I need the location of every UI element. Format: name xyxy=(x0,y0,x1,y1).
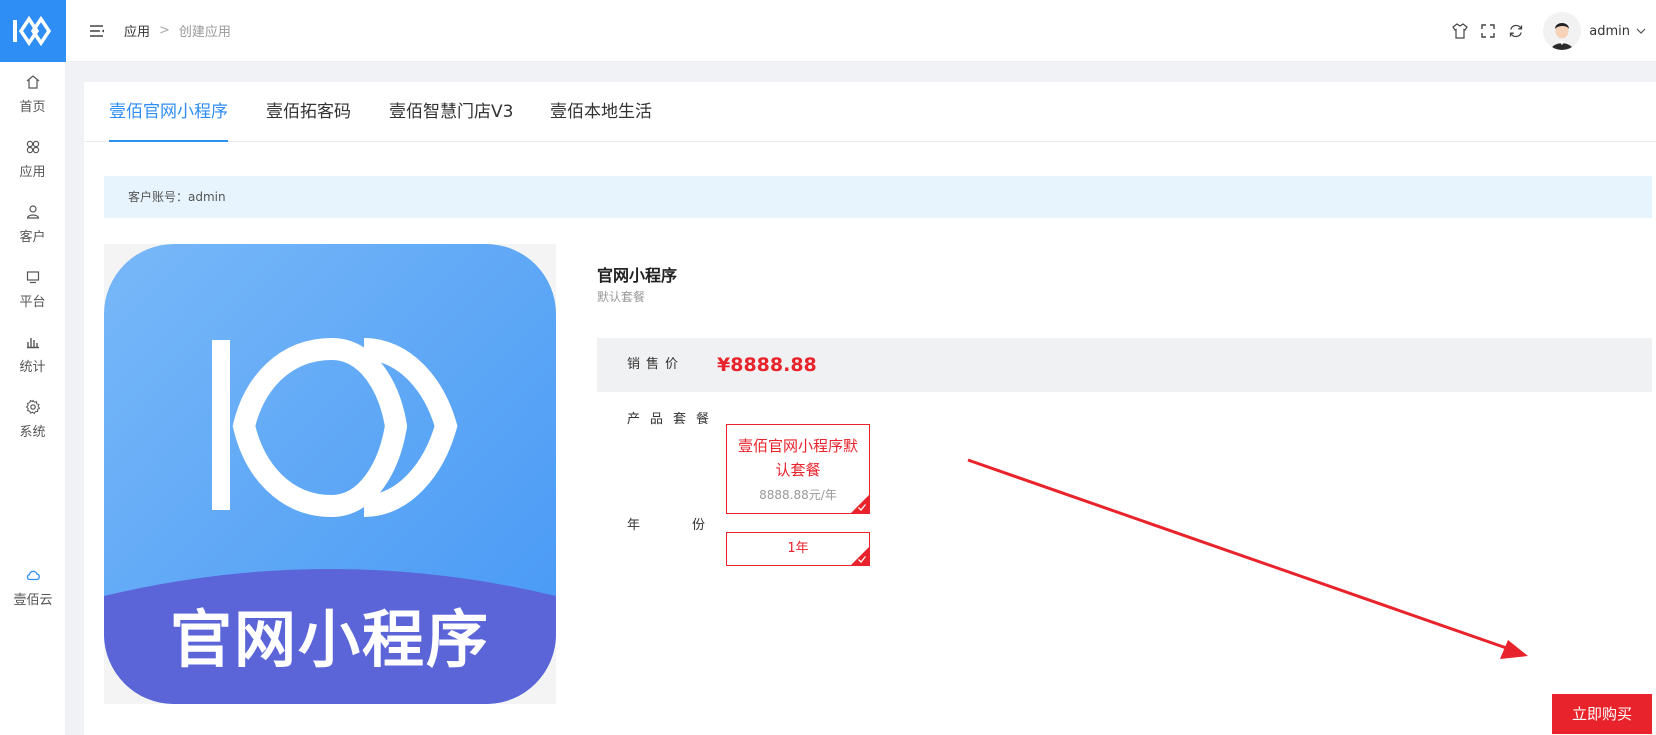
year-value: 1年 xyxy=(787,541,809,556)
sidebar-item-label: 平台 xyxy=(19,295,46,310)
header-right: admin xyxy=(1441,0,1646,62)
bar-chart-icon xyxy=(26,338,39,349)
tab-local-life[interactable]: 壹佰本地生活 xyxy=(550,82,652,142)
username[interactable]: admin xyxy=(1589,24,1630,39)
sidebar-item-home[interactable]: 首页 xyxy=(0,62,65,127)
package-name: 壹佰官网小程序默认套餐 xyxy=(737,437,858,479)
breadcrumb-separator: > xyxy=(159,23,170,38)
account-info-bar: 客户账号：admin xyxy=(104,176,1652,218)
product-image: 官网小程序 xyxy=(104,244,556,704)
shirt-icon[interactable] xyxy=(1451,22,1469,40)
sidebar-item-label: 客户 xyxy=(19,230,46,245)
sidebar-item-customers[interactable]: 客户 xyxy=(0,192,65,257)
price-value: ¥8888.88 xyxy=(717,354,817,376)
breadcrumb-root[interactable]: 应用 xyxy=(124,21,150,40)
sidebar-item-system[interactable]: 系统 xyxy=(0,387,65,452)
app-tabs: 壹佰官网小程序 壹佰拓客码 壹佰智慧门店V3 壹佰本地生活 xyxy=(84,82,1656,142)
gear-icon xyxy=(25,399,40,415)
main-panel: 壹佰官网小程序 壹佰拓客码 壹佰智慧门店V3 壹佰本地生活 客户账号：admin xyxy=(84,82,1656,735)
sidebar-item-stats[interactable]: 统计 xyxy=(0,322,65,387)
fullscreen-icon[interactable] xyxy=(1479,22,1497,40)
breadcrumb-current: 创建应用 xyxy=(178,25,231,40)
package-label: 产品套餐 xyxy=(627,412,720,427)
buy-now-button[interactable]: 立即购买 xyxy=(1552,694,1652,734)
app-root: 首页 应用 客户 平台 统计 系统 壹佰云 应用 > 创建应用 admin 壹佰… xyxy=(0,0,1656,735)
top-header: 应用 > 创建应用 admin xyxy=(66,0,1656,62)
check-icon xyxy=(858,504,867,511)
sidebar-item-platform[interactable]: 平台 xyxy=(0,257,65,322)
sidebar-item-cloud[interactable]: 壹佰云 xyxy=(0,555,66,620)
package-price: 8888.88元/年 xyxy=(759,488,837,502)
cloud-icon xyxy=(26,570,40,581)
home-icon xyxy=(26,75,39,89)
sidebar-item-label: 壹佰云 xyxy=(13,593,53,608)
check-icon xyxy=(858,556,867,563)
year-label: 年份 xyxy=(627,518,758,533)
tab-smart-store-v3[interactable]: 壹佰智慧门店V3 xyxy=(389,82,513,142)
tab-official-miniprogram[interactable]: 壹佰官网小程序 xyxy=(109,82,228,142)
monitor-icon xyxy=(26,271,39,284)
package-option[interactable]: 壹佰官网小程序默认套餐 8888.88元/年 xyxy=(726,424,870,514)
sidebar-item-apps[interactable]: 应用 xyxy=(0,127,65,192)
sidebar: 首页 应用 客户 平台 统计 系统 壹佰云 xyxy=(0,0,66,735)
year-option[interactable]: 1年 xyxy=(726,532,870,566)
breadcrumb: 应用 > 创建应用 xyxy=(124,21,231,40)
menu-toggle-icon[interactable] xyxy=(86,20,108,42)
apps-icon xyxy=(26,140,39,154)
product-image-caption: 官网小程序 xyxy=(169,603,490,676)
sidebar-item-label: 系统 xyxy=(19,425,46,440)
yibai-logo[interactable] xyxy=(0,0,66,62)
avatar[interactable] xyxy=(1543,12,1582,50)
price-bar: 销售价 ¥8888.88 xyxy=(597,338,1652,392)
sidebar-item-label: 统计 xyxy=(19,360,46,375)
price-label: 销售价 xyxy=(627,357,685,372)
sidebar-item-label: 应用 xyxy=(19,165,46,180)
product-subtitle: 默认套餐 xyxy=(597,290,646,304)
product-title: 官网小程序 xyxy=(597,266,678,285)
chevron-down-icon[interactable] xyxy=(1636,26,1646,36)
user-icon xyxy=(26,205,39,219)
sidebar-item-label: 首页 xyxy=(19,100,46,115)
tab-customer-code[interactable]: 壹佰拓客码 xyxy=(266,82,351,142)
refresh-icon[interactable] xyxy=(1507,22,1525,40)
